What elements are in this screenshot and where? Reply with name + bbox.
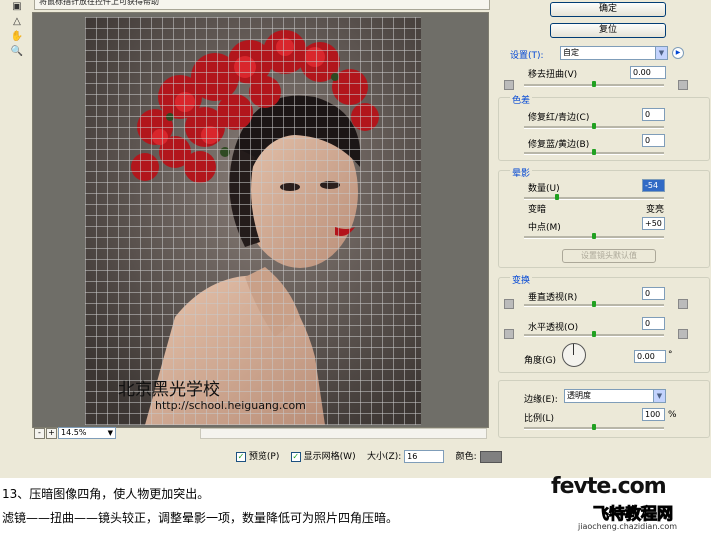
chevron-down-icon: ▼ xyxy=(655,47,667,59)
vignette-amount-field[interactable]: -54 xyxy=(642,179,665,192)
edge-label: 边缘(E): xyxy=(524,395,558,405)
blue-yellow-label: 修复蓝/黄边(B) xyxy=(528,140,590,150)
pincushion-icon xyxy=(504,80,514,90)
vertical-right-icon xyxy=(678,299,688,309)
reset-button[interactable]: 复位 xyxy=(550,23,666,38)
preview-checkbox[interactable]: ✓ xyxy=(236,451,246,462)
help-hint: 将鼠标指针放在控件上可获得帮助 xyxy=(34,0,490,10)
zoom-tool-icon[interactable]: 🔍 xyxy=(10,45,24,59)
edge-value: 透明度 xyxy=(567,391,591,400)
site-logo-cn: 飞特教程网 xyxy=(592,504,674,524)
vertical-perspective-field[interactable]: 0 xyxy=(642,287,665,300)
lighten-label: 变亮 xyxy=(646,205,665,215)
vignette-title: 晕影 xyxy=(510,166,533,179)
horizontal-right-icon xyxy=(678,329,688,339)
scale-unit: % xyxy=(668,410,677,420)
blue-yellow-field[interactable]: 0 xyxy=(642,134,665,147)
midpoint-label: 中点(M) xyxy=(528,223,561,233)
barrel-icon xyxy=(678,80,688,90)
zoom-bar: - + 14.5% ▼ xyxy=(32,426,487,439)
preview-options: ✓ 预览(P) ✓ 显示网格(W) 大小(Z): 16 颜色: xyxy=(236,449,502,463)
grid-color-label: 颜色: xyxy=(455,452,477,462)
watermark-school-name: 北京黑光学校 xyxy=(118,380,220,400)
slider-thumb[interactable] xyxy=(592,149,596,155)
show-grid-label: 显示网格(W) xyxy=(303,452,356,462)
horizontal-perspective-slider[interactable] xyxy=(524,331,664,337)
remove-distortion-field[interactable]: 0.00 xyxy=(630,66,666,79)
slider-thumb[interactable] xyxy=(592,331,596,337)
vertical-left-icon xyxy=(504,299,514,309)
red-cyan-label: 修复红/青边(C) xyxy=(528,113,590,123)
hand-tool-icon[interactable]: ✋ xyxy=(10,30,24,44)
vertical-perspective-slider[interactable] xyxy=(524,301,664,307)
scale-label: 比例(L) xyxy=(524,414,555,424)
transform-title: 变换 xyxy=(510,273,533,286)
settings-value: 自定 xyxy=(563,48,579,57)
slider-thumb[interactable] xyxy=(592,424,596,430)
preview-grid xyxy=(85,17,421,425)
chevron-down-icon: ▼ xyxy=(653,390,665,402)
red-cyan-slider[interactable] xyxy=(524,123,664,129)
slider-thumb[interactable] xyxy=(592,123,596,129)
edge-select[interactable]: 透明度 ▼ xyxy=(564,389,666,403)
grid-size-value: 16 xyxy=(407,452,418,461)
site-logo-name: fevte.com xyxy=(551,474,667,499)
site-logo-url: jiaocheng.chazidian.com xyxy=(578,522,678,531)
remove-distortion-label: 移去扭曲(V) xyxy=(528,70,578,80)
ok-button[interactable]: 确定 xyxy=(550,2,666,17)
caption-step: 13、压暗图像四角，使人物更加突出。 xyxy=(2,487,210,501)
horizontal-perspective-label: 水平透视(O) xyxy=(528,323,579,333)
settings-label: 设置(T): xyxy=(510,51,544,61)
distortion-tool-icon[interactable]: ▣ xyxy=(10,0,24,14)
vignette-amount-slider[interactable] xyxy=(524,194,664,200)
lens-correction-dialog: ▣ △ ✋ 🔍 将鼠标指针放在控件上可获得帮助 北京黑光学校 http://sc… xyxy=(0,0,711,478)
settings-select[interactable]: 自定 ▼ xyxy=(560,46,668,60)
vignette-amount-label: 数量(U) xyxy=(528,184,560,194)
horizontal-left-icon xyxy=(504,329,514,339)
preview-area[interactable]: 北京黑光学校 http://school.heiguang.com xyxy=(32,12,489,428)
grid-size-label: 大小(Z): xyxy=(367,452,402,462)
darken-label: 变暗 xyxy=(528,205,547,215)
angle-unit: ° xyxy=(668,350,673,360)
blue-yellow-slider[interactable] xyxy=(524,149,664,155)
watermark-url: http://school.heiguang.com xyxy=(155,399,306,412)
zoom-level-select[interactable]: 14.5% ▼ xyxy=(58,427,116,439)
scale-slider[interactable] xyxy=(524,424,664,430)
angle-label: 角度(G) xyxy=(524,356,556,366)
slider-thumb[interactable] xyxy=(555,194,560,200)
angle-dial[interactable] xyxy=(562,343,586,367)
settings-menu-icon[interactable]: ▶ xyxy=(672,47,684,59)
zoom-in-button[interactable]: + xyxy=(46,428,57,439)
vertical-perspective-label: 垂直透视(R) xyxy=(528,293,578,303)
preview-label: 预览(P) xyxy=(248,452,280,462)
angle-field[interactable]: 0.00 xyxy=(634,350,666,363)
show-grid-checkbox[interactable]: ✓ xyxy=(290,451,301,462)
midpoint-field[interactable]: +50 xyxy=(642,217,665,230)
set-lens-default-button[interactable]: 设置镜头默认值 xyxy=(562,249,656,263)
scale-field[interactable]: 100 xyxy=(642,408,665,421)
tool-palette: ▣ △ ✋ 🔍 xyxy=(8,0,26,80)
horizontal-scrollbar[interactable] xyxy=(200,428,487,439)
chromatic-title: 色差 xyxy=(510,93,533,106)
caption-instruction: 滤镜——扭曲——镜头较正，调整晕影一项，数量降低可为照片四角压暗。 xyxy=(2,511,399,525)
straighten-tool-icon[interactable]: △ xyxy=(10,15,24,29)
slider-thumb[interactable] xyxy=(592,81,596,87)
remove-distortion-slider[interactable] xyxy=(524,81,664,87)
settings-panel: 确定 复位 设置(T): 自定 ▼ ▶ 移去扭曲(V) 0.00 色差 修复红/… xyxy=(494,0,711,478)
midpoint-slider[interactable] xyxy=(524,233,664,239)
red-cyan-field[interactable]: 0 xyxy=(642,108,665,121)
grid-size-select[interactable]: 16 xyxy=(404,450,445,463)
chevron-down-icon: ▼ xyxy=(107,429,113,437)
zoom-out-button[interactable]: - xyxy=(34,428,45,439)
zoom-level-value: 14.5% xyxy=(61,428,87,437)
slider-thumb[interactable] xyxy=(592,233,596,239)
preview-image xyxy=(85,17,421,425)
angle-dial-needle xyxy=(573,344,574,355)
horizontal-perspective-field[interactable]: 0 xyxy=(642,317,665,330)
slider-thumb[interactable] xyxy=(592,301,596,307)
